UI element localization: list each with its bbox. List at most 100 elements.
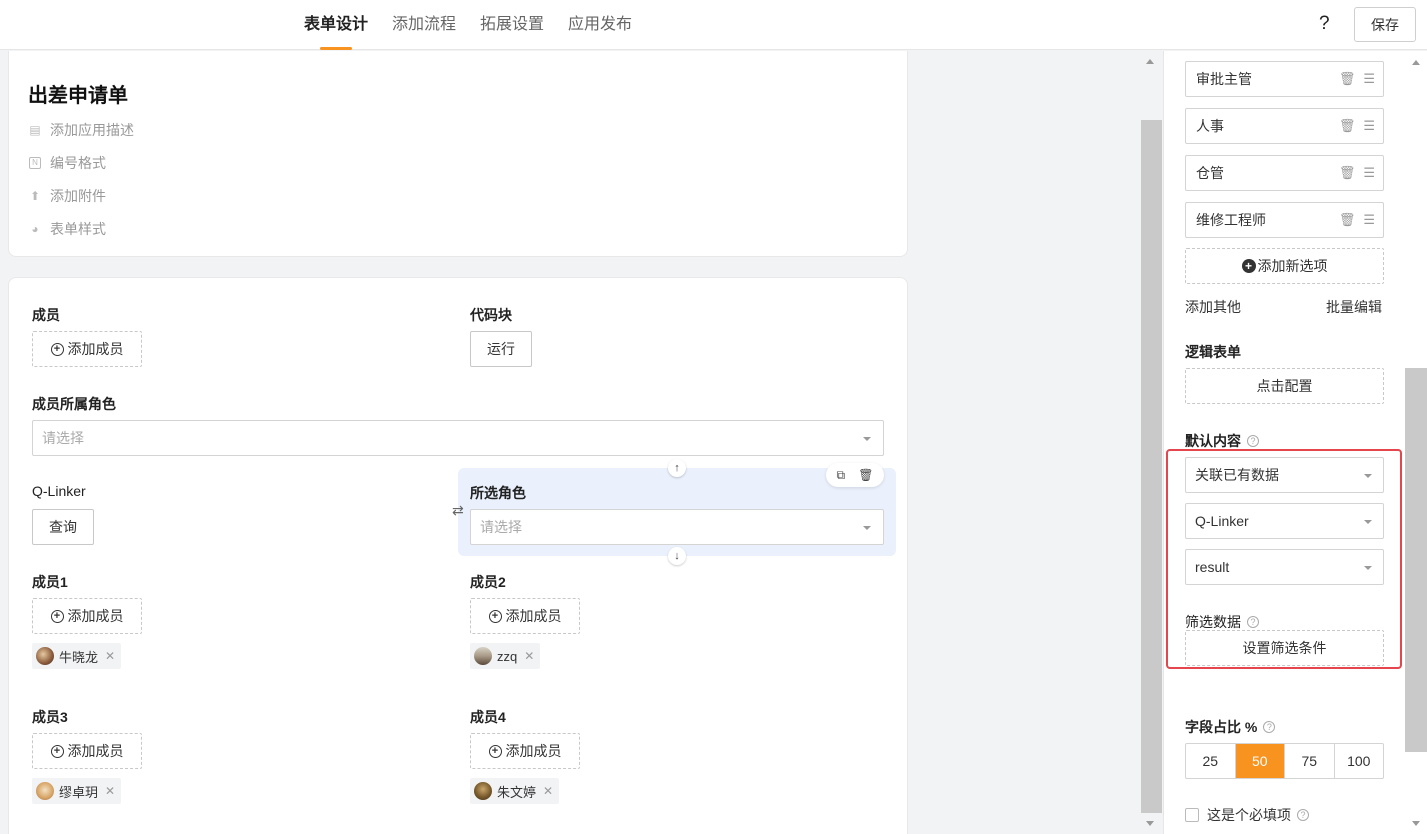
help-icon[interactable]: ? <box>1319 13 1330 35</box>
question-icon[interactable]: ? <box>1263 721 1276 733</box>
trash-icon[interactable]: 🗑 <box>1339 165 1356 180</box>
plus-circle-icon: + <box>50 744 64 758</box>
qlinker-label: Q-Linker <box>32 483 86 499</box>
trash-icon[interactable]: 🗑 <box>1339 71 1356 86</box>
property-panel: 审批主管 🗑 ☰ 人事 🗑 ☰ 仓管 🗑 ☰ 维修工程师 🗑 ☰ + 添加新选项 添加其他… <box>1163 51 1427 834</box>
required-row: 这是个必填项 ? <box>1185 805 1309 825</box>
member3-add-button[interactable]: + 添加成员 <box>32 733 142 769</box>
question-icon[interactable]: ? <box>1297 809 1309 821</box>
palette-icon: ◕ <box>31 222 39 236</box>
property-scrollbar[interactable] <box>1405 51 1427 834</box>
tab-app-publish[interactable]: 应用发布 <box>568 0 632 50</box>
member-chip: 朱文婷 ✕ <box>470 778 560 804</box>
tab-extension-settings[interactable]: 拓展设置 <box>480 0 544 50</box>
ratio-option-75[interactable]: 75 <box>1285 744 1335 778</box>
option-item[interactable]: 维修工程师 🗑 ☰ <box>1185 202 1384 238</box>
trash-icon[interactable]: 🗑 <box>858 468 873 482</box>
drag-handle-icon[interactable]: ☰ <box>1363 118 1375 133</box>
form-header-card: 出差申请单 ▤ 添加应用描述 N 编号格式 ⬆ 添加附件 ◕ 表单样式 <box>8 51 908 257</box>
move-down-icon[interactable]: ↓ <box>668 547 686 565</box>
chevron-down-icon <box>863 437 871 441</box>
upload-icon: ⬆ <box>29 189 41 203</box>
form-canvas: 出差申请单 ▤ 添加应用描述 N 编号格式 ⬆ 添加附件 ◕ 表单样式 成员 +… <box>0 51 1163 834</box>
number-format-link[interactable]: N 编号格式 <box>29 153 106 173</box>
chevron-down-icon <box>863 526 871 530</box>
remove-icon[interactable]: ✕ <box>543 784 553 798</box>
selected-role-select[interactable]: 请选择 <box>470 509 884 545</box>
chevron-down-icon <box>1364 474 1372 478</box>
trash-icon[interactable]: 🗑 <box>1339 118 1356 133</box>
form-scrollbar-thumb[interactable] <box>1141 120 1162 813</box>
plus-circle-icon: + <box>50 342 64 356</box>
tab-add-flow[interactable]: 添加流程 <box>392 0 456 50</box>
scroll-down-icon[interactable] <box>1412 821 1420 826</box>
default-source-select[interactable]: 关联已有数据 <box>1185 457 1384 493</box>
member4-label: 成员4 <box>470 709 506 725</box>
plus-circle-icon: + <box>488 609 502 623</box>
plus-circle-icon: + <box>488 744 502 758</box>
remove-icon[interactable]: ✕ <box>524 649 534 663</box>
remove-icon[interactable]: ✕ <box>105 784 115 798</box>
scroll-up-icon[interactable] <box>1146 59 1154 64</box>
set-filter-button[interactable]: 设置筛选条件 <box>1185 630 1384 666</box>
property-scrollbar-thumb[interactable] <box>1405 368 1427 752</box>
member-field-label: 成员 <box>32 307 60 323</box>
member-role-label: 成员所属角色 <box>32 396 116 412</box>
member-role-select[interactable]: 请选择 <box>32 420 884 456</box>
chevron-down-icon <box>1364 566 1372 570</box>
avatar <box>36 647 54 665</box>
chevron-down-icon <box>1364 520 1372 524</box>
add-option-button[interactable]: + 添加新选项 <box>1185 248 1384 284</box>
add-other-link[interactable]: 添加其他 <box>1185 297 1241 317</box>
option-item[interactable]: 人事 🗑 ☰ <box>1185 108 1384 144</box>
scroll-up-icon[interactable] <box>1412 60 1420 65</box>
member2-add-button[interactable]: + 添加成员 <box>470 598 580 634</box>
comment-icon: ▤ <box>29 123 41 137</box>
question-icon[interactable]: ? <box>1247 616 1259 628</box>
run-code-button[interactable]: 运行 <box>470 331 532 367</box>
form-title[interactable]: 出差申请单 <box>28 79 128 108</box>
member1-add-button[interactable]: + 添加成员 <box>32 598 142 634</box>
ratio-option-50[interactable]: 50 <box>1235 744 1285 778</box>
form-style-link[interactable]: ◕ 表单样式 <box>29 219 106 239</box>
option-item[interactable]: 仓管 🗑 ☰ <box>1185 155 1384 191</box>
top-bar: 表单设计 添加流程 拓展设置 应用发布 ? 保存 <box>0 0 1427 50</box>
field-ratio-title: 字段占比 %? <box>1185 717 1276 737</box>
add-member-button[interactable]: + 添加成员 <box>32 331 142 367</box>
add-attachment-link[interactable]: ⬆ 添加附件 <box>29 186 106 206</box>
move-up-icon[interactable]: ↑ <box>668 459 686 477</box>
trash-icon[interactable]: 🗑 <box>1339 212 1356 227</box>
ratio-option-100[interactable]: 100 <box>1335 744 1384 778</box>
logic-form-title: 逻辑表单 <box>1185 344 1241 360</box>
avatar <box>474 782 492 800</box>
form-scrollbar[interactable] <box>1141 51 1162 834</box>
option-item[interactable]: 审批主管 🗑 ☰ <box>1185 61 1384 97</box>
qlinker-query-button[interactable]: 查询 <box>32 509 94 545</box>
batch-edit-link[interactable]: 批量编辑 <box>1326 297 1382 317</box>
drag-handle-icon[interactable]: ☰ <box>1363 165 1375 180</box>
member3-label: 成员3 <box>32 709 68 725</box>
logic-config-button[interactable]: 点击配置 <box>1185 368 1384 404</box>
member-chip: zzq ✕ <box>470 643 541 669</box>
ratio-option-25[interactable]: 25 <box>1186 744 1236 778</box>
swap-icon[interactable]: ⇄ <box>452 502 464 519</box>
tab-form-design[interactable]: 表单设计 <box>304 0 368 50</box>
tab-bar: 表单设计 添加流程 拓展设置 应用发布 <box>304 0 656 50</box>
member1-label: 成员1 <box>32 574 68 590</box>
save-button[interactable]: 保存 <box>1354 7 1416 42</box>
default-app-select[interactable]: Q-Linker <box>1185 503 1384 539</box>
default-field-select[interactable]: result <box>1185 549 1384 585</box>
code-block-label: 代码块 <box>470 307 512 323</box>
member-chip: 牛晓龙 ✕ <box>32 643 122 669</box>
remove-icon[interactable]: ✕ <box>105 649 115 663</box>
drag-handle-icon[interactable]: ☰ <box>1363 71 1375 86</box>
scroll-down-icon[interactable] <box>1146 821 1154 826</box>
drag-handle-icon[interactable]: ☰ <box>1363 212 1375 227</box>
form-fields-card: 成员 + 添加成员 代码块 运行 成员所属角色 请选择 Q-Linker 查询 ↑… <box>8 277 908 834</box>
member-chip: 缪卓玥 ✕ <box>32 778 122 804</box>
required-checkbox[interactable] <box>1185 808 1199 822</box>
add-description-link[interactable]: ▤ 添加应用描述 <box>29 120 134 140</box>
question-icon[interactable]: ? <box>1247 435 1259 447</box>
member4-add-button[interactable]: + 添加成员 <box>470 733 580 769</box>
copy-icon[interactable]: ⧉ <box>837 468 846 483</box>
